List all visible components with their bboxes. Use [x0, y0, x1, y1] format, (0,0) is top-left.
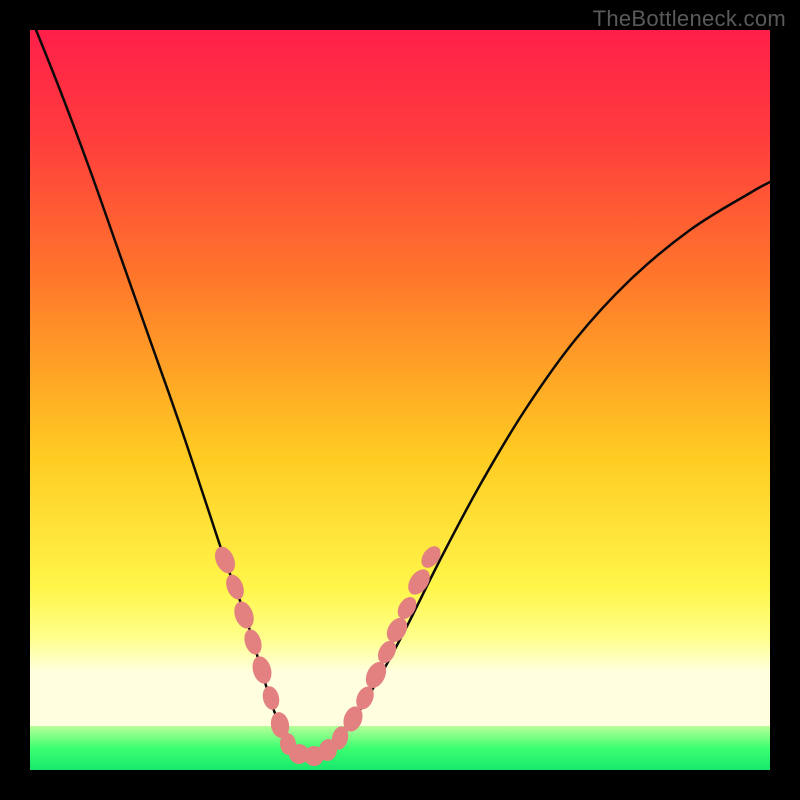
curve-layer — [30, 30, 770, 770]
data-marker — [223, 572, 248, 602]
bottleneck-curve — [30, 30, 770, 758]
data-marker — [241, 627, 264, 657]
data-marker — [211, 544, 239, 577]
data-marker — [260, 684, 281, 711]
watermark-text: TheBottleneck.com — [593, 6, 786, 32]
plot-area — [30, 30, 770, 770]
marker-layer — [211, 543, 444, 766]
chart-frame: TheBottleneck.com — [0, 0, 800, 800]
data-marker — [383, 614, 412, 646]
data-marker — [249, 654, 274, 686]
data-marker — [231, 599, 257, 631]
